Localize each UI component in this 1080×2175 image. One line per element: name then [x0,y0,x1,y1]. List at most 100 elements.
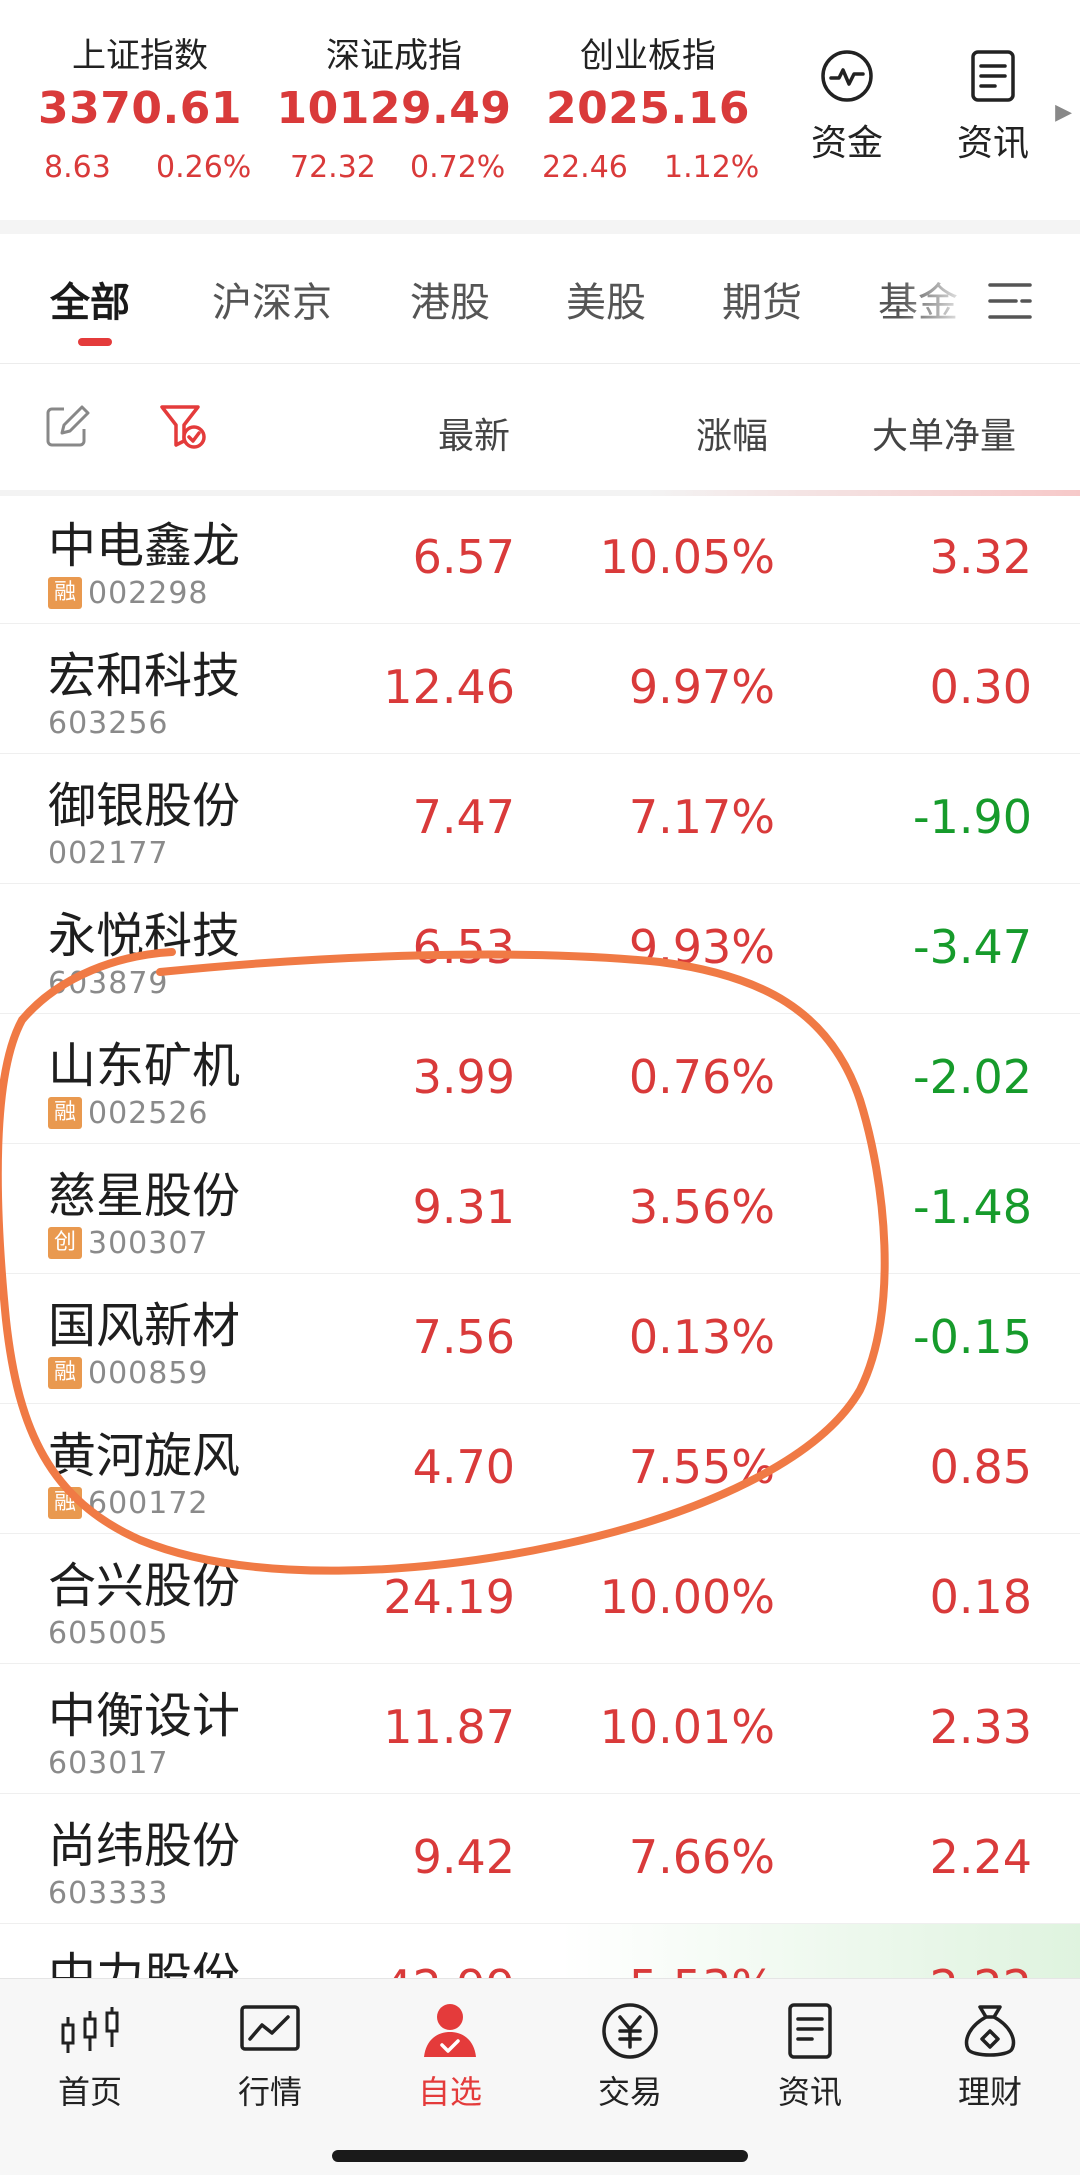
nav-news[interactable]: 资讯 [720,2001,900,2113]
index-change: 22.46 [542,150,628,185]
stock-net-volume: 0.18 [929,1570,1032,1624]
table-row[interactable]: 宏和科技 603256 12.46 9.97% 0.30 [0,624,1080,754]
stock-change: 7.66% [628,1830,775,1884]
stock-code: 603017 [48,1745,169,1781]
stock-change: 7.55% [628,1440,775,1494]
nav-label: 理财 [957,2073,1022,2111]
stock-code: 000859 [88,1355,209,1391]
nav-wealth[interactable]: 理财 [900,2001,1080,2113]
stock-price: 12.46 [383,660,515,714]
stock-price: 4.70 [412,1440,515,1494]
margin-badge: 融 [48,1487,82,1519]
index-value: 3370.61 [38,83,242,134]
nav-market[interactable]: 行情 [180,2001,360,2113]
stock-net-volume: 0.85 [929,1440,1032,1494]
chart-icon [240,2005,300,2051]
index-name: 创业板指 [580,36,716,76]
column-latest[interactable]: 最新 [438,407,510,459]
nav-trade[interactable]: 交易 [540,2001,720,2113]
stock-name: 宏和科技 [48,648,241,704]
table-row[interactable]: 慈星股份 创 300307 9.31 3.56% -1.48 [0,1144,1080,1274]
index-chinext[interactable]: 创业板指 2025.16 [528,34,768,140]
stock-sub: 融 002526 [48,1096,209,1131]
table-row[interactable]: 御银股份 002177 7.47 7.17% -1.90 [0,754,1080,884]
stock-name: 御银股份 [48,778,241,834]
column-net-volume[interactable]: 大单净量 [872,407,1016,459]
bottom-nav: 首页 行情 自选 交易 资讯 理财 [0,1978,1080,2175]
table-row[interactable]: 中电鑫龙 融 002298 6.57 10.05% 3.32 [0,494,1080,624]
stock-sub: 融 000859 [48,1355,209,1391]
stock-name: 中衡设计 [48,1688,241,1744]
active-tab-indicator [78,338,112,346]
menu-icon[interactable] [986,279,1034,323]
chinext-badge: 创 [48,1227,82,1259]
filter-icon[interactable] [158,401,208,451]
tab-us[interactable]: 美股 [566,270,646,328]
news-button[interactable]: 资讯 [938,48,1048,166]
stock-name: 尚纬股份 [48,1818,241,1874]
stock-change: 5.53% [629,1960,775,1978]
stock-name: 合兴股份 [48,1558,241,1614]
column-change[interactable]: 涨幅 [696,407,768,459]
stock-change: 0.76% [628,1050,775,1104]
stock-name: 山东矿机 [48,1038,241,1094]
table-row[interactable]: 山东矿机 融 002526 3.99 0.76% -2.02 [0,1014,1080,1144]
stock-sub: 融 600172 [48,1486,209,1521]
nav-label: 行情 [237,2073,302,2111]
chevron-right-icon[interactable]: ▶ [1055,100,1072,125]
tab-hushenjing[interactable]: 沪深京 [212,270,332,328]
index-name: 深证成指 [326,36,462,76]
pulse-icon [821,50,873,102]
funds-label: 资金 [810,123,883,164]
stock-name: 中电鑫龙 [48,518,241,574]
stock-net-volume: 2.24 [929,1830,1032,1884]
home-indicator[interactable] [332,2150,748,2162]
stock-price: 6.57 [412,530,515,584]
table-row[interactable]: 尚纬股份 603333 9.42 7.66% 2.24 [0,1794,1080,1924]
stock-change: 9.97% [628,660,775,714]
stock-price: 3.99 [412,1050,515,1104]
stock-name: 国风新材 [48,1298,241,1354]
stock-net-volume: 0.30 [929,660,1032,714]
index-pct: 0.26% [156,150,252,185]
stock-net-volume: 2.33 [929,1700,1032,1754]
stock-code: 300307 [88,1225,209,1261]
stock-net-volume: 2.22 [930,1960,1032,1978]
stock-sub: 603256 [48,706,169,741]
nav-home[interactable]: 首页 [0,2001,180,2113]
index-value: 2025.16 [546,83,750,134]
stock-change: 0.13% [628,1310,775,1364]
nav-watchlist[interactable]: 自选 [360,2001,540,2113]
user-check-icon [424,2004,476,2057]
stock-code: 605005 [48,1615,169,1651]
index-shanghai[interactable]: 上证指数 3370.61 [20,34,260,140]
stock-price: 11.87 [383,1700,515,1754]
table-row[interactable]: 永悦科技 603879 6.53 9.93% -3.47 [0,884,1080,1014]
stock-net-volume: -3.47 [912,920,1032,974]
tab-hk[interactable]: 港股 [410,270,490,328]
nav-label: 交易 [597,2073,662,2111]
table-row[interactable]: 合兴股份 605005 24.19 10.00% 0.18 [0,1534,1080,1664]
stock-net-volume: -2.02 [912,1050,1032,1104]
funds-button[interactable]: 资金 [792,48,902,166]
tab-all[interactable]: 全部 [50,270,130,328]
table-row[interactable]: 国风新材 融 000859 7.56 0.13% -0.15 [0,1274,1080,1404]
table-row[interactable]: 中力股份 42.99 5.53% 2.22 [0,1924,1080,1978]
stock-name: 中力股份 [48,1948,241,1978]
index-shenzhen[interactable]: 深证成指 10129.49 [274,34,514,140]
index-bar: 上证指数 3370.61 8.63 0.26% 深证成指 10129.49 72… [0,0,1080,220]
stock-code: 603333 [48,1875,169,1911]
nav-label: 资讯 [777,2073,842,2111]
stock-sub: 605005 [48,1615,169,1651]
stock-change: 10.01% [599,1700,775,1754]
margin-badge: 融 [48,1097,82,1129]
stock-price: 7.47 [412,790,515,844]
table-row[interactable]: 黄河旋风 融 600172 4.70 7.55% 0.85 [0,1404,1080,1534]
yuan-icon [602,2003,658,2059]
stock-name: 黄河旋风 [48,1428,241,1484]
stock-list: 中电鑫龙 融 002298 6.57 10.05% 3.32 宏和科技 6032… [0,494,1080,1978]
edit-icon[interactable] [44,403,90,449]
stock-price: 9.42 [412,1830,515,1884]
tab-futures[interactable]: 期货 [722,270,802,328]
table-row[interactable]: 中衡设计 603017 11.87 10.01% 2.33 [0,1664,1080,1794]
